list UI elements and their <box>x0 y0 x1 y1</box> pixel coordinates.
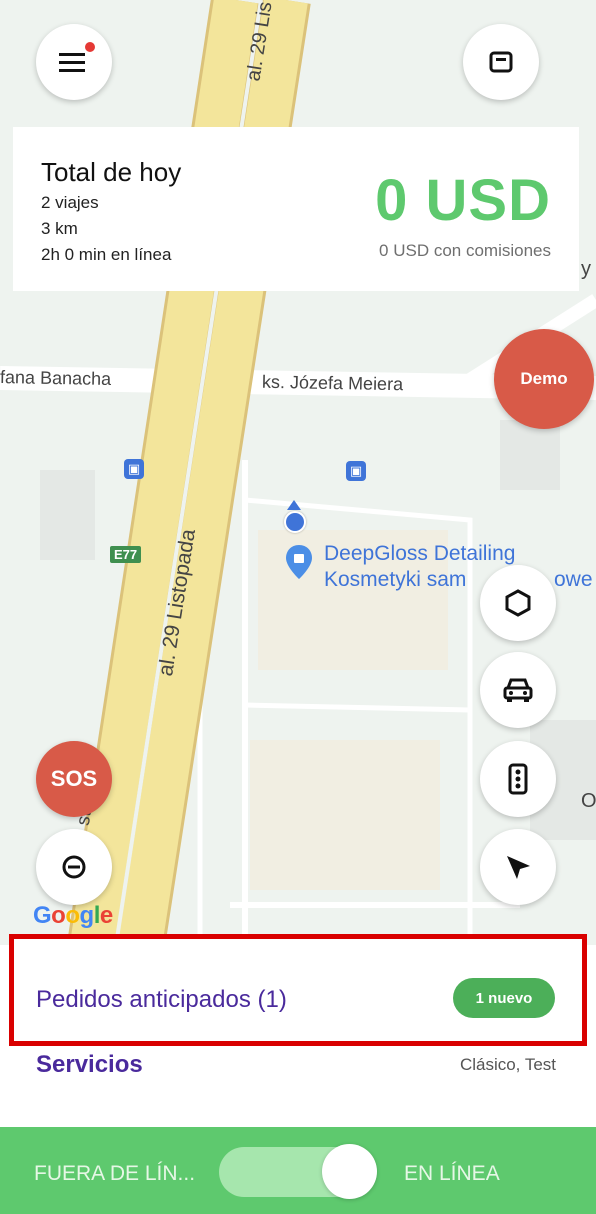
traffic-light-icon <box>508 763 528 795</box>
earnings-summary-card[interactable]: Total de hoy 2 viajes 3 km 2h 0 min en l… <box>13 127 579 291</box>
summary-total: 0 USD <box>375 168 551 233</box>
street-label-cross-right: ks. Józefa Meiera <box>261 371 404 395</box>
vehicle-button[interactable] <box>480 652 556 728</box>
bus-stop-icon: ▣ <box>124 459 144 479</box>
route-badge: E77 <box>110 546 142 563</box>
sos-button[interactable]: SOS <box>36 741 112 817</box>
poi-name-line1[interactable]: DeepGloss Detailing <box>324 542 515 566</box>
services-value: Clásico, Test <box>459 1055 556 1074</box>
notification-dot <box>85 42 95 52</box>
location-heading-icon <box>287 500 301 510</box>
edge-label-o: O <box>581 790 596 812</box>
summary-trips: 2 viajes <box>41 193 99 212</box>
summary-commission: 0 USD con comisiones <box>379 241 551 260</box>
zones-button[interactable] <box>480 565 556 641</box>
inbox-icon <box>489 51 513 73</box>
navigation-arrow-icon <box>507 856 530 879</box>
bus-stop-icon: ▣ <box>346 461 366 481</box>
recenter-button[interactable] <box>36 829 112 905</box>
navigation-button[interactable] <box>480 829 556 905</box>
summary-distance: 3 km <box>41 219 78 238</box>
poi-name-tail: owe <box>554 568 593 591</box>
poi-pin-icon[interactable] <box>286 545 312 579</box>
summary-title: Total de hoy <box>41 157 182 187</box>
preorders-label: Pedidos anticipados (1) <box>36 986 287 1013</box>
poi-name-line2[interactable]: Kosmetyki sam <box>324 568 466 592</box>
preorders-row[interactable]: Pedidos anticipados (1) 1 nuevo <box>9 934 587 1046</box>
inbox-button[interactable] <box>463 24 539 100</box>
recenter-icon <box>62 855 86 879</box>
new-badge: 1 nuevo <box>453 978 555 1018</box>
current-location-icon <box>284 511 306 533</box>
car-icon <box>503 678 533 702</box>
demo-button[interactable]: Demo <box>494 329 594 429</box>
google-logo: Google <box>33 902 113 929</box>
hexagon-icon <box>505 589 531 617</box>
traffic-button[interactable] <box>480 741 556 817</box>
online-label: EN LÍNEA <box>404 1162 500 1185</box>
offline-label: FUERA DE LÍN... <box>34 1162 196 1185</box>
street-label-cross-left: fana Banacha <box>0 367 112 389</box>
summary-online-time: 2h 0 min en línea <box>41 245 172 264</box>
online-toggle-knob[interactable] <box>322 1144 377 1199</box>
services-label[interactable]: Servicios <box>36 1051 143 1079</box>
edge-label-y: y <box>581 258 591 280</box>
menu-button[interactable] <box>36 24 112 100</box>
hamburger-menu-icon <box>59 53 85 72</box>
